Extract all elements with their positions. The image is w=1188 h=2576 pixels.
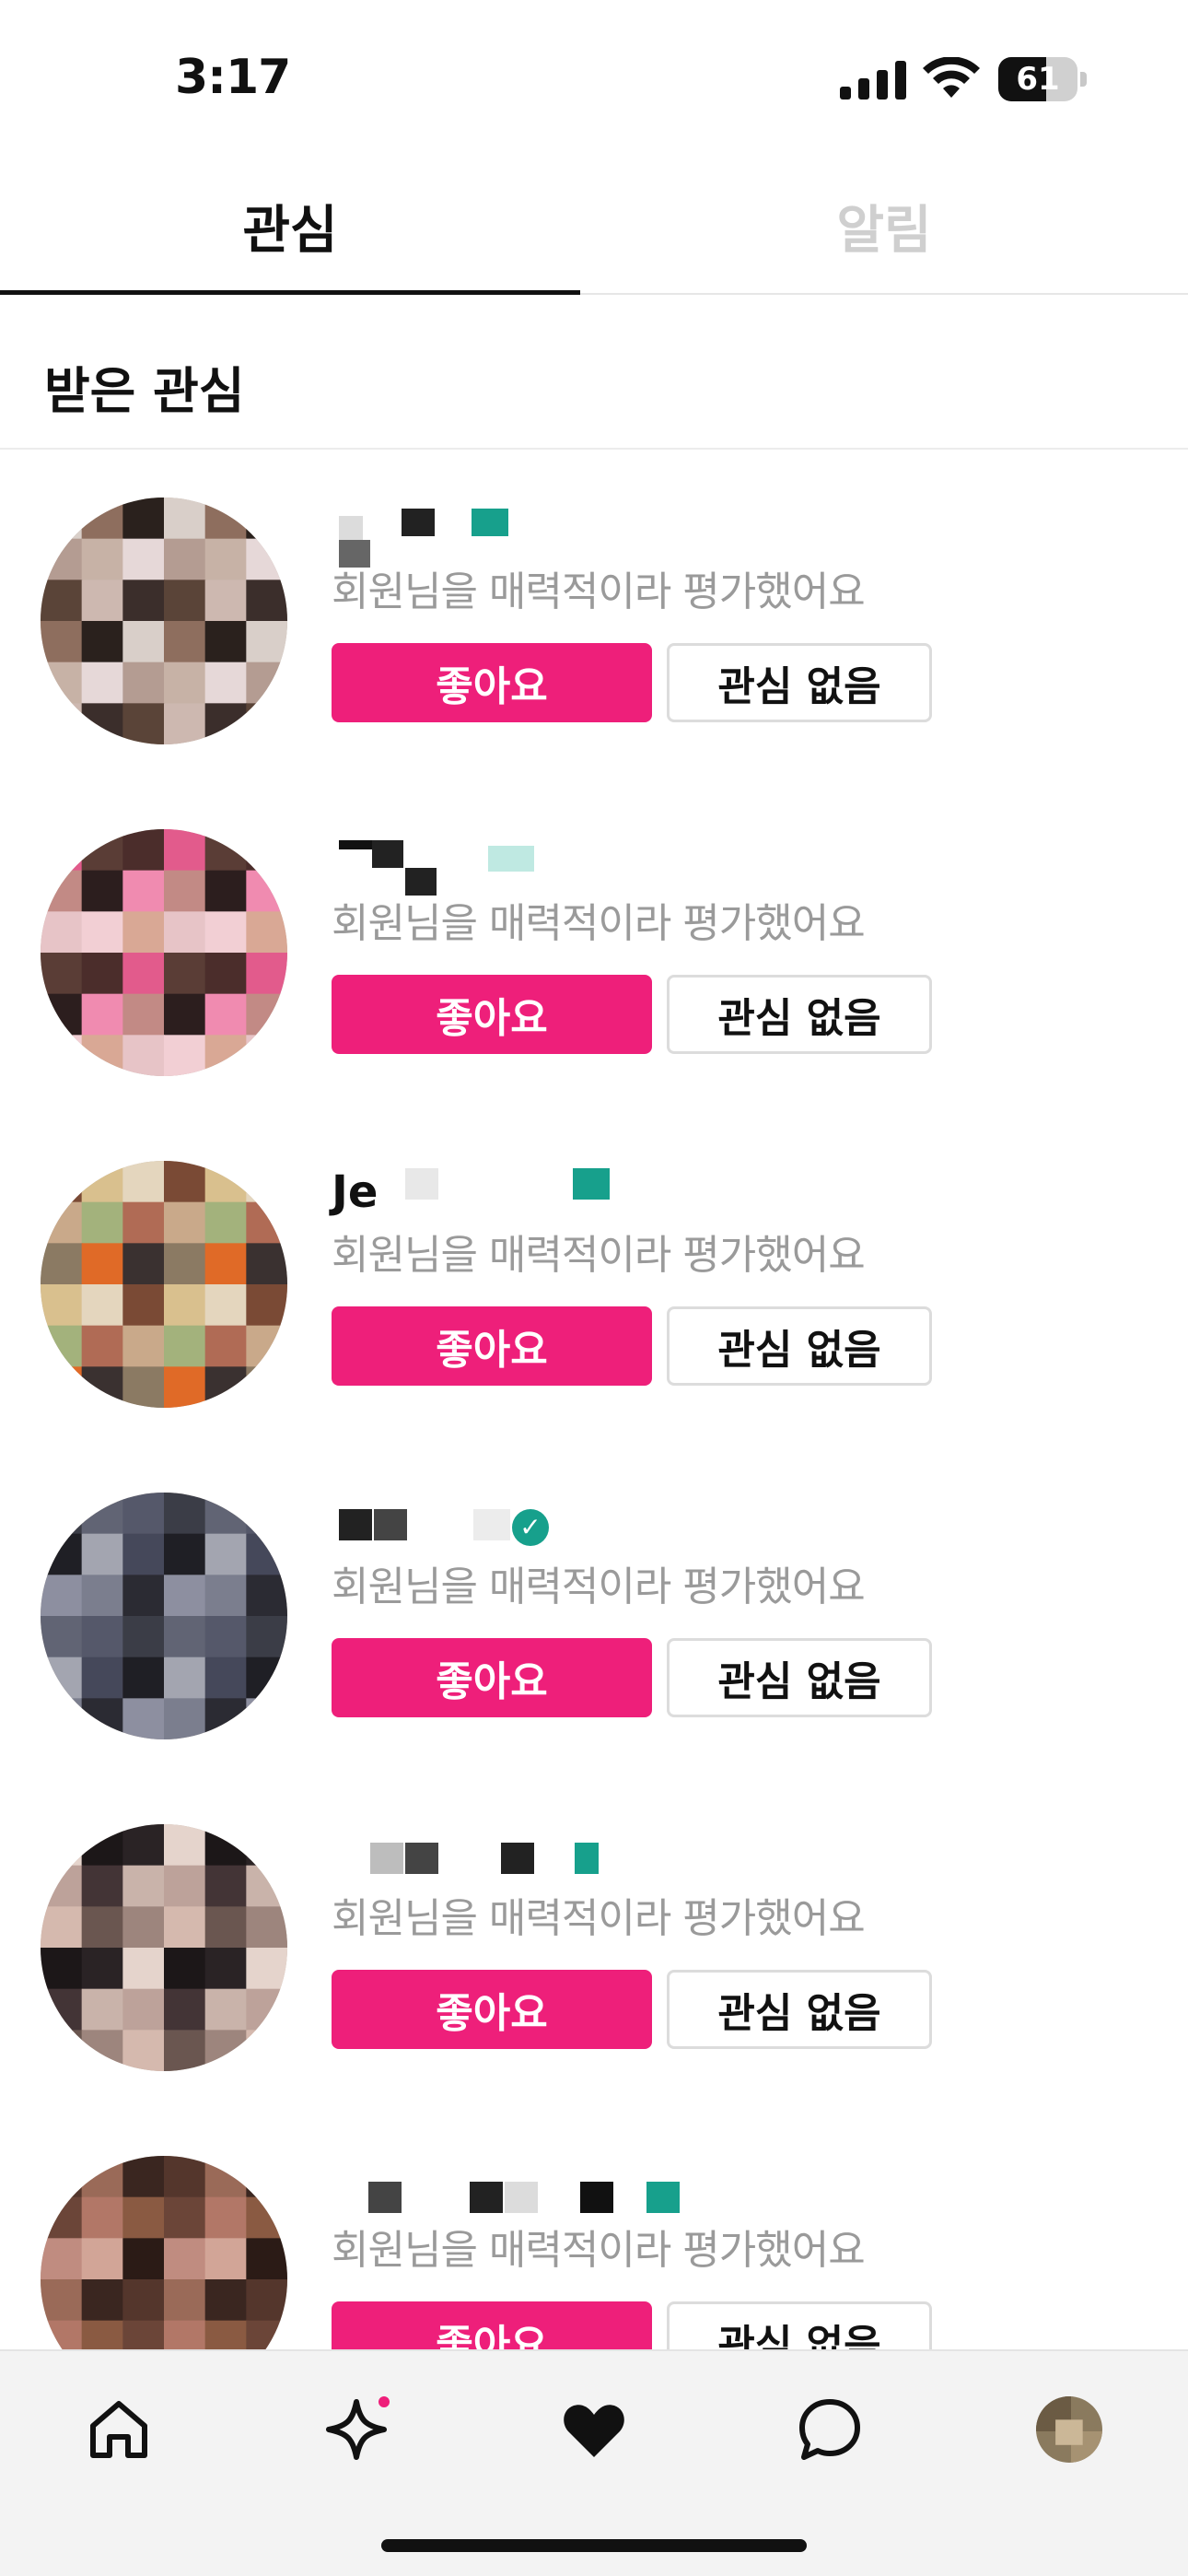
censored-name-block (488, 846, 534, 872)
nav-profile[interactable] (1028, 2388, 1111, 2471)
censored-name-block (372, 840, 403, 868)
profile-photo[interactable] (41, 1824, 287, 2071)
censored-name-block (472, 509, 508, 536)
section-title: 받은 관심 (44, 362, 245, 420)
home-icon (90, 2401, 147, 2458)
censored-name-block (505, 2182, 538, 2213)
interest-card: 회원님을 매력적이라 평가했어요좋아요 관심 없음 (0, 2110, 1188, 2349)
interest-description: 회원님을 매력적이라 평가했어요 (332, 900, 866, 947)
cellular-signal-icon (840, 61, 906, 100)
interest-card: 회원님을 매력적이라 평가했어요좋아요 관심 없음 (0, 1778, 1188, 2110)
member-name: ✓ (332, 1491, 718, 1557)
member-name-text: Je (332, 1166, 379, 1218)
member-name (332, 1822, 718, 1889)
profile-photo[interactable] (41, 829, 287, 1076)
like-button[interactable]: 좋아요 (332, 643, 652, 722)
chat-bubble-icon (799, 2399, 860, 2460)
nav-home[interactable] (77, 2388, 160, 2471)
profile-photo[interactable] (41, 1493, 287, 1739)
censored-name-block (339, 840, 376, 849)
censored-name-block (339, 1509, 372, 1540)
like-button[interactable]: 좋아요 (332, 1970, 652, 2049)
received-interest-list: 회원님을 매력적이라 평가했어요 좋아요 관심 없음 회원님을 매력적이라 평가했어요… (0, 451, 1188, 2349)
status-time: 3:17 (175, 50, 291, 105)
like-button[interactable]: 좋아요 (332, 1306, 652, 1386)
censored-name-block (402, 509, 435, 536)
nav-likes[interactable] (553, 2388, 635, 2471)
profile-photo[interactable] (41, 498, 287, 744)
not-interested-button[interactable]: 관심 없음 (667, 1638, 932, 1717)
censored-name-block (470, 2182, 503, 2213)
member-name (332, 2154, 718, 2220)
censored-name-block (580, 2182, 613, 2213)
censored-name-block (405, 1843, 438, 1874)
tab-notifications[interactable]: 알림 (580, 157, 1188, 295)
interest-card: Je 회원님을 매력적이라 평가했어요좋아요 관심 없음 (0, 1115, 1188, 1446)
member-name (332, 827, 718, 896)
not-interested-button[interactable]: 관심 없음 (667, 1970, 932, 2049)
battery-level-text: 61 (1016, 61, 1060, 98)
battery-indicator: 61 (998, 57, 1087, 101)
interest-card: 회원님을 매력적이라 평가했어요좋아요 관심 없음 (0, 451, 1188, 783)
censored-name-block (573, 1168, 610, 1200)
not-interested-button[interactable]: 관심 없음 (667, 643, 932, 722)
censored-name-block (473, 1509, 510, 1540)
like-button[interactable]: 좋아요 (332, 1638, 652, 1717)
not-interested-button[interactable]: 관심 없음 (667, 1306, 932, 1386)
verified-check-icon: ✓ (512, 1509, 549, 1546)
not-interested-button[interactable]: 관심 없음 (667, 975, 932, 1054)
interest-description: 회원님을 매력적이라 평가했어요 (332, 2227, 866, 2274)
member-name: Je (332, 1159, 718, 1225)
wifi-icon (923, 57, 980, 98)
heart-icon (564, 2405, 624, 2457)
censored-name-block (575, 1843, 599, 1874)
interest-description: 회원님을 매력적이라 평가했어요 (332, 1563, 866, 1610)
interest-card: 회원님을 매력적이라 평가했어요좋아요 관심 없음 (0, 783, 1188, 1115)
tab-interest[interactable]: 관심 (0, 157, 580, 295)
censored-name-block (501, 1843, 534, 1874)
status-bar: 3:17 61 (0, 0, 1188, 157)
home-indicator (381, 2539, 807, 2552)
profile-photo[interactable] (41, 1161, 287, 1408)
profile-avatar (1036, 2396, 1102, 2463)
member-name (332, 496, 718, 568)
censored-name-block (646, 2182, 680, 2213)
censored-name-block (370, 1843, 403, 1874)
notification-dot (376, 2394, 392, 2410)
not-interested-button[interactable]: 관심 없음 (667, 2301, 932, 2349)
censored-name-block (368, 2182, 402, 2213)
nav-discover[interactable] (315, 2388, 398, 2471)
interest-description: 회원님을 매력적이라 평가했어요 (332, 568, 866, 615)
nav-chat[interactable] (788, 2388, 871, 2471)
active-tab-indicator (0, 290, 580, 295)
censored-name-block (374, 1509, 407, 1540)
interest-card: ✓ 회원님을 매력적이라 평가했어요좋아요 관심 없음 (0, 1446, 1188, 1778)
like-button[interactable]: 좋아요 (332, 975, 652, 1054)
interest-description: 회원님을 매력적이라 평가했어요 (332, 1232, 866, 1279)
censored-name-block (405, 1168, 438, 1200)
top-tab-bar: 관심 알림 (0, 157, 1188, 295)
section-divider (0, 448, 1188, 450)
censored-name-block (339, 516, 363, 540)
interest-description: 회원님을 매력적이라 평가했어요 (332, 1895, 866, 1942)
profile-photo[interactable] (41, 2156, 287, 2349)
like-button[interactable]: 좋아요 (332, 2301, 652, 2349)
